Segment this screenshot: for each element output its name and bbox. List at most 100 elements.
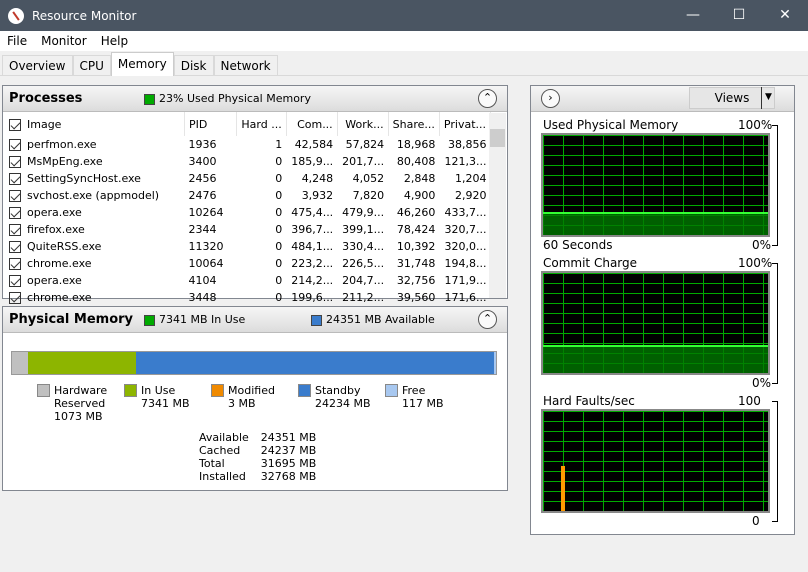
cell-hard-faults: 0 xyxy=(275,172,283,185)
graphs-header: › Views ▼ xyxy=(531,86,794,112)
col-shareable[interactable]: Share... xyxy=(388,112,440,136)
legend-value: Reserved xyxy=(54,397,106,410)
table-row[interactable]: perfmon.exe 1936 1 42,584 57,824 18,968 38,856 xyxy=(5,136,491,153)
stat-value: 31695 MB xyxy=(260,457,317,470)
minimize-button[interactable]: — xyxy=(670,0,716,31)
tab-cpu[interactable]: CPU xyxy=(72,55,111,75)
graph-fill xyxy=(543,345,768,373)
stat-value: 24237 MB xyxy=(260,444,317,457)
tab-network[interactable]: Network xyxy=(213,55,278,75)
table-row[interactable]: chrome.exe 3448 0 199,6... 211,2... 39,560 171… xyxy=(5,289,491,306)
in-use-status: 7341 MB In Use xyxy=(144,313,245,326)
process-checkbox[interactable] xyxy=(9,207,21,219)
legend-value-extra: 1073 MB xyxy=(54,410,103,423)
graph-title: Hard Faults/sec xyxy=(543,394,635,408)
col-hard-faults[interactable]: Hard ... xyxy=(236,112,287,136)
expand-graphs-button[interactable]: › xyxy=(541,89,560,108)
cell-commit: 396,7... xyxy=(291,223,334,236)
menu-file[interactable]: File xyxy=(0,31,34,51)
cell-shareable: 31,748 xyxy=(396,257,436,270)
cell-working-set: 204,7... xyxy=(342,274,385,287)
graph-footer: 60 Seconds xyxy=(543,238,613,252)
table-header: Image PID Hard ... Com... Work... Share.… xyxy=(5,112,492,136)
cell-working-set: 57,824 xyxy=(345,138,385,151)
table-row[interactable]: MsMpEng.exe 3400 0 185,9... 201,7... 80,408 12… xyxy=(5,153,491,170)
table-row[interactable]: SettingSyncHost.exe 2456 0 4,248 4,052 2,848 1… xyxy=(5,170,491,187)
legend-swatch xyxy=(385,384,398,397)
bar-segment-standby xyxy=(136,352,495,374)
processes-header[interactable]: Processes 23% Used Physical Memory ⌃ xyxy=(3,86,507,112)
close-button[interactable]: ✕ xyxy=(762,0,808,31)
collapse-physical-memory-button[interactable]: ⌃ xyxy=(478,310,497,329)
cell-image: opera.exe xyxy=(5,204,184,221)
menu-help[interactable]: Help xyxy=(94,31,135,51)
col-working-set[interactable]: Work... xyxy=(337,112,389,136)
legend-swatch xyxy=(37,384,50,397)
col-commit[interactable]: Com... xyxy=(286,112,338,136)
table-row[interactable]: chrome.exe 10064 0 223,2... 226,5... 31,748 19… xyxy=(5,255,491,272)
maximize-button[interactable]: ☐ xyxy=(716,0,762,31)
views-dropdown-icon[interactable]: ▼ xyxy=(761,87,775,109)
process-name: chrome.exe xyxy=(27,257,92,270)
table-row[interactable]: svchost.exe (appmodel) 2476 0 3,932 7,820 4,9… xyxy=(5,187,491,204)
cell-shareable: 2,848 xyxy=(403,172,436,185)
cell-pid: 3400 xyxy=(188,155,217,168)
cell-shareable: 46,260 xyxy=(396,206,436,219)
collapse-processes-button[interactable]: ⌃ xyxy=(478,89,497,108)
legend-label: Hardware xyxy=(54,384,108,397)
process-checkbox[interactable] xyxy=(9,224,21,236)
cell-private: 171,6... xyxy=(444,291,487,304)
stat-row: Total 31695 MB xyxy=(195,457,316,470)
processes-scrollbar[interactable] xyxy=(489,113,506,298)
process-checkbox[interactable] xyxy=(9,241,21,253)
process-checkbox[interactable] xyxy=(9,173,21,185)
process-checkbox[interactable] xyxy=(9,275,21,287)
process-checkbox[interactable] xyxy=(9,292,21,304)
cell-commit: 475,4... xyxy=(291,206,334,219)
legend-swatch xyxy=(124,384,137,397)
select-all-checkbox[interactable] xyxy=(9,118,21,131)
process-name: SettingSyncHost.exe xyxy=(27,172,141,185)
cell-working-set: 211,2... xyxy=(342,291,385,304)
graph-scale-bracket xyxy=(772,401,778,522)
memory-stats: Available 24351 MB Cached 24237 MB Total 3169… xyxy=(195,431,316,483)
process-name: svchost.exe (appmodel) xyxy=(27,189,160,202)
tab-memory[interactable]: Memory xyxy=(110,52,174,76)
legend-value: 117 MB xyxy=(402,397,444,410)
memory-usage-bar xyxy=(11,351,497,375)
tab-disk[interactable]: Disk xyxy=(173,55,214,75)
legend-text: Standby 24234 MB xyxy=(315,384,371,423)
table-row[interactable]: opera.exe 10264 0 475,4... 479,9... 46,260 433… xyxy=(5,204,491,221)
cell-shareable: 18,968 xyxy=(396,138,436,151)
col-pid[interactable]: PID xyxy=(184,112,237,136)
cell-shareable: 4,900 xyxy=(403,189,436,202)
tab-overview[interactable]: Overview xyxy=(2,55,73,75)
process-checkbox[interactable] xyxy=(9,190,21,202)
physical-memory-header[interactable]: Physical Memory 7341 MB In Use 24351 MB … xyxy=(3,307,507,333)
cell-working-set: 479,9... xyxy=(342,206,385,219)
title-bar: Resource Monitor — ☐ ✕ xyxy=(0,0,808,31)
process-checkbox[interactable] xyxy=(9,258,21,270)
right-pane-scrollbar[interactable] xyxy=(797,85,808,570)
left-pane-scrollbar[interactable] xyxy=(510,85,527,570)
memory-indicator-icon xyxy=(144,93,155,105)
process-checkbox[interactable] xyxy=(9,156,21,168)
menu-monitor[interactable]: Monitor xyxy=(34,31,94,51)
cell-commit: 3,932 xyxy=(301,189,334,202)
process-name: perfmon.exe xyxy=(27,138,97,151)
table-row[interactable]: QuiteRSS.exe 11320 0 484,1... 330,4... 10,392… xyxy=(5,238,491,255)
cell-pid: 2344 xyxy=(188,223,217,236)
cell-pid: 10264 xyxy=(188,206,224,219)
table-row[interactable]: firefox.exe 2344 0 396,7... 399,1... 78,424 32… xyxy=(5,221,491,238)
scroll-thumb[interactable] xyxy=(490,129,505,147)
table-row[interactable]: opera.exe 4104 0 214,2... 204,7... 32,756 171,… xyxy=(5,272,491,289)
cell-hard-faults: 1 xyxy=(275,138,283,151)
col-label: Image xyxy=(27,117,62,131)
cell-image: firefox.exe xyxy=(5,221,184,238)
cell-private: 320,0... xyxy=(444,240,487,253)
col-private[interactable]: Privat... xyxy=(439,112,492,136)
col-image[interactable]: Image xyxy=(5,112,185,136)
process-checkbox[interactable] xyxy=(9,139,21,151)
cell-image: perfmon.exe xyxy=(5,136,184,153)
processes-table: Image PID Hard ... Com... Work... Share.… xyxy=(5,112,492,306)
